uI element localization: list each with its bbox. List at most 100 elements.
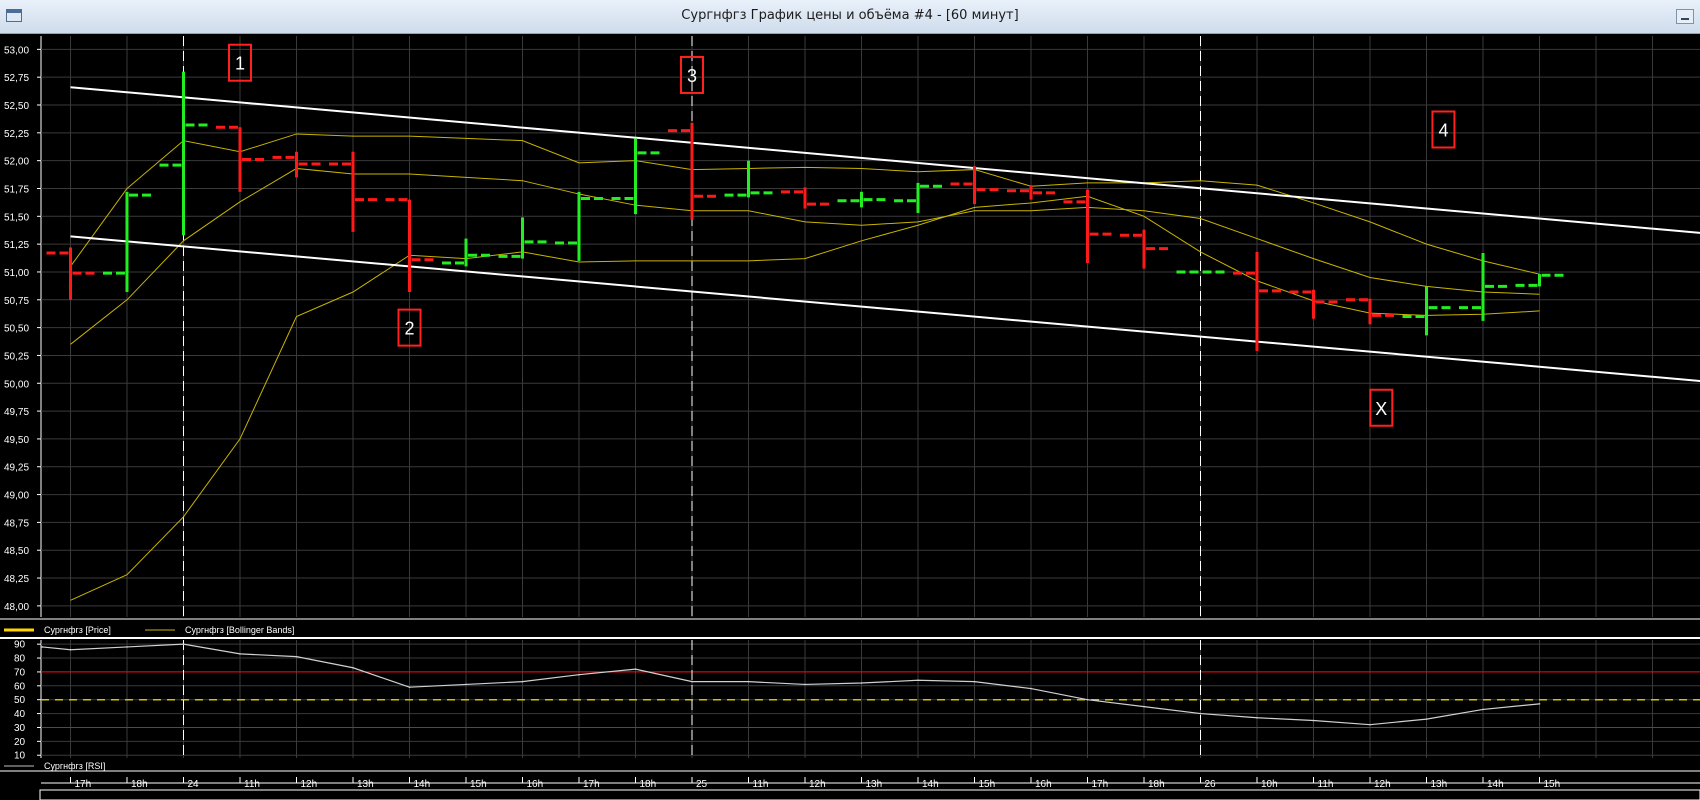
price-y-axis: 53,00 52,75 52,50 52,25 52,00 51,75 51,50 51,25… bbox=[4, 45, 41, 613]
wave-label-X: X bbox=[1369, 388, 1394, 427]
time-axis: 17h 18h 24 11h 12h 13h 14h 15h 16h 17h 18h 25 11h 12h… bbox=[39, 777, 1700, 800]
time-tick-label: 25 bbox=[696, 779, 708, 790]
chart-canvas[interactable]: 53,00 52,75 52,50 52,25 52,00 51,75 51,50 51,25… bbox=[0, 0, 1700, 800]
rsi-tick-label: 80 bbox=[14, 654, 26, 665]
ohlc-bar bbox=[611, 138, 660, 215]
rsi-tick-label: 30 bbox=[14, 723, 26, 734]
rsi-tick-label: 90 bbox=[14, 640, 26, 651]
rsi-point bbox=[917, 679, 919, 682]
time-tick-label: 12h bbox=[1374, 779, 1391, 790]
rsi-tick-label: 60 bbox=[14, 681, 26, 692]
ohlc-bar bbox=[950, 166, 999, 205]
time-tick-label: 18h bbox=[640, 779, 657, 790]
price-tick-label: 50,00 bbox=[4, 379, 29, 390]
horizontal-scrollbar[interactable] bbox=[39, 789, 1700, 800]
ohlc-bar bbox=[272, 151, 321, 178]
price-tick-label: 51,00 bbox=[4, 268, 29, 279]
ohlc-bar bbox=[668, 122, 716, 220]
price-tick-label: 48,25 bbox=[4, 574, 29, 585]
bands-legend-label: Сургнфгз [Bollinger Bands] bbox=[185, 625, 294, 635]
ohlc-bar bbox=[1233, 251, 1281, 351]
time-tick-label: 16h bbox=[1035, 779, 1052, 790]
rsi-point bbox=[465, 683, 467, 686]
rsi-point bbox=[578, 673, 580, 676]
wave-labels: 1 2 3 4 X bbox=[228, 43, 1456, 427]
rsi-point bbox=[408, 686, 411, 688]
price-tick-label: 49,75 bbox=[4, 407, 29, 418]
trendline-lower[interactable] bbox=[70, 235, 1700, 383]
rsi-point bbox=[973, 680, 976, 683]
time-tick-label: 13h bbox=[866, 779, 883, 790]
rsi-line bbox=[42, 643, 1540, 726]
rsi-point bbox=[1199, 712, 1202, 715]
time-tick-label: 17h bbox=[583, 779, 600, 790]
price-tick-label: 50,50 bbox=[4, 324, 29, 335]
trend-channel[interactable] bbox=[70, 86, 1700, 383]
rsi-point bbox=[1369, 723, 1371, 726]
rsi-point bbox=[804, 683, 806, 686]
ohlc-bar bbox=[1120, 229, 1168, 269]
rsi-tick-label: 70 bbox=[14, 667, 26, 678]
ohlc-bar bbox=[329, 151, 377, 232]
wave-label-text: X bbox=[1375, 399, 1387, 419]
rsi-point bbox=[1143, 705, 1145, 708]
price-tick-label: 48,00 bbox=[4, 602, 29, 613]
ohlc-bar bbox=[837, 191, 886, 208]
rsi-legend: Сургнфгз [RSI] bbox=[4, 761, 105, 771]
price-tick-label: 48,75 bbox=[4, 518, 29, 529]
time-tick-label: 11h bbox=[244, 779, 260, 790]
time-tick-label: 15h bbox=[470, 779, 487, 790]
ohlc-bar bbox=[781, 187, 829, 209]
ohlc-bar bbox=[894, 182, 942, 213]
ohlc-bar bbox=[46, 247, 95, 300]
price-tick-label: 51,75 bbox=[4, 184, 29, 195]
ohlc-bar bbox=[216, 125, 264, 192]
rsi-point bbox=[295, 655, 298, 658]
rsi-point bbox=[126, 646, 128, 648]
time-tick-label: 11h bbox=[1318, 779, 1334, 790]
time-tick-label: 24 bbox=[188, 779, 200, 790]
price-tick-label: 52,75 bbox=[4, 73, 29, 84]
rsi-point bbox=[1538, 703, 1541, 705]
rsi-tick-label: 10 bbox=[14, 751, 26, 762]
time-tick-label: 17h bbox=[75, 779, 92, 790]
time-tick-label: 14h bbox=[1487, 779, 1504, 790]
price-tick-label: 53,00 bbox=[4, 45, 29, 56]
wave-label-text: 3 bbox=[687, 66, 697, 86]
rsi-point bbox=[352, 666, 354, 669]
time-tick-label: 12h bbox=[809, 779, 826, 790]
price-tick-label: 49,50 bbox=[4, 435, 29, 446]
rsi-point bbox=[860, 682, 863, 684]
time-tick-label: 11h bbox=[753, 779, 769, 790]
ohlc-bar bbox=[385, 198, 434, 292]
time-tick-label: 14h bbox=[922, 779, 939, 790]
ohlc-bar bbox=[1515, 273, 1564, 287]
time-tick-label: 18h bbox=[131, 779, 148, 790]
price-grid bbox=[40, 36, 1700, 617]
rsi-point bbox=[1030, 687, 1032, 690]
price-tick-label: 49,25 bbox=[4, 463, 29, 474]
rsi-tick-label: 50 bbox=[14, 695, 26, 706]
rsi-y-axis: 90 80 70 60 50 40 30 20 10 bbox=[14, 640, 41, 762]
time-tick-label: 18h bbox=[1148, 779, 1165, 790]
price-tick-label: 50,75 bbox=[4, 296, 29, 307]
time-tick-label: 26 bbox=[1205, 779, 1217, 790]
ohlc-bar bbox=[1007, 185, 1055, 200]
price-tick-label: 52,25 bbox=[4, 129, 29, 140]
ohlc-bar bbox=[1063, 189, 1112, 264]
rsi-point bbox=[182, 643, 185, 645]
trendline-upper[interactable] bbox=[70, 86, 1700, 235]
ohlc-bar bbox=[555, 191, 603, 261]
time-tick-label: 14h bbox=[414, 779, 431, 790]
ohlc-bar bbox=[442, 238, 490, 267]
rsi-point bbox=[691, 680, 693, 683]
time-tick-label: 17h bbox=[1092, 779, 1109, 790]
rsi-point bbox=[1425, 718, 1428, 720]
rsi-point bbox=[1312, 719, 1315, 722]
time-tick-label: 13h bbox=[1431, 779, 1448, 790]
time-tick-label: 13h bbox=[357, 779, 374, 790]
ohlc-bar bbox=[1346, 298, 1394, 325]
price-tick-label: 52,50 bbox=[4, 101, 29, 112]
time-tick-label: 10h bbox=[1261, 779, 1278, 790]
price-tick-label: 51,25 bbox=[4, 240, 29, 251]
